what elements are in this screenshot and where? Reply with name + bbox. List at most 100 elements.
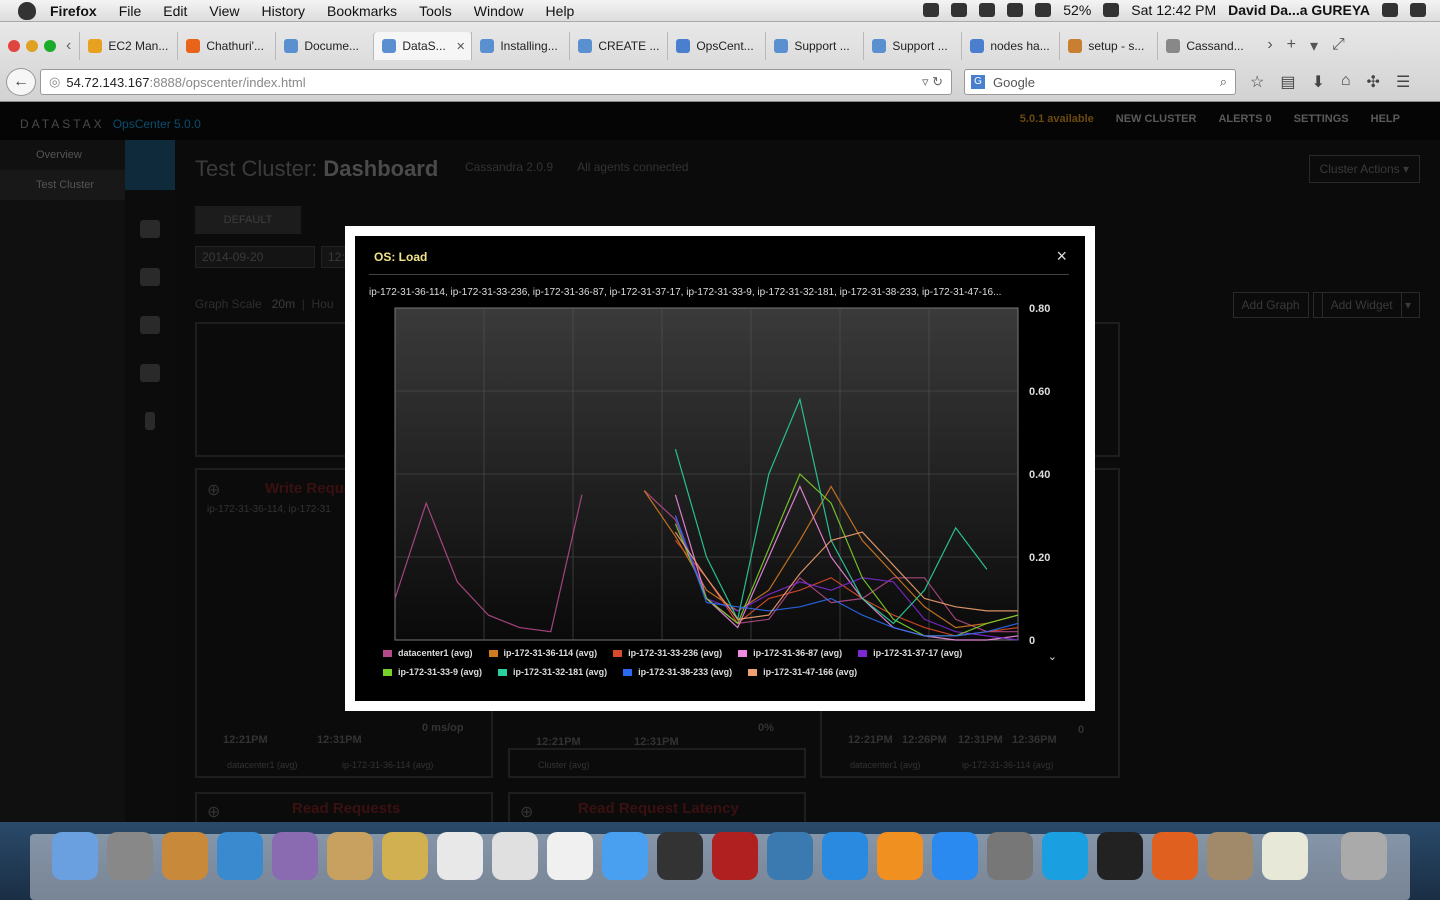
photo-booth-icon[interactable] — [712, 832, 758, 880]
home-icon[interactable]: ⌂ — [1341, 72, 1351, 92]
close-window-button[interactable] — [8, 40, 20, 52]
menu-history[interactable]: History — [261, 3, 305, 19]
nav-overview[interactable]: Overview — [0, 140, 125, 170]
browser-tab[interactable]: Cassand... — [1157, 32, 1255, 60]
activity-icon[interactable] — [140, 268, 160, 286]
notification-center-icon[interactable] — [1410, 3, 1426, 17]
menu-tools[interactable]: Tools — [419, 3, 452, 19]
facetime-icon[interactable] — [657, 832, 703, 880]
menu-view[interactable]: View — [209, 3, 239, 19]
cloud-icon[interactable] — [923, 3, 940, 17]
url-bar[interactable]: ◎ 54.72.143.167:8888/opscenter/index.htm… — [40, 69, 952, 95]
finder-icon[interactable] — [52, 832, 98, 880]
reload-icon[interactable]: ▿ ↻ — [922, 74, 943, 90]
firefox-icon[interactable] — [1152, 832, 1198, 880]
legend-item[interactable]: ip-172-31-36-87 (avg) — [738, 648, 842, 658]
legend-item[interactable]: ip-172-31-33-9 (avg) — [383, 667, 482, 677]
addon-icon[interactable]: ✣ — [1367, 72, 1380, 92]
system-preferences-icon[interactable] — [987, 832, 1033, 880]
volume-icon[interactable] — [1035, 3, 1052, 17]
browser-tab[interactable]: DataS... ✕ — [373, 32, 472, 60]
services-gear-icon[interactable] — [140, 364, 160, 382]
menu-file[interactable]: File — [119, 3, 142, 19]
add-widget-button[interactable]: Add Widget ▾ — [1312, 292, 1420, 318]
back-button[interactable]: ← — [6, 68, 36, 96]
battery-percent[interactable]: 52% — [1063, 2, 1091, 18]
legend-item[interactable]: ip-172-31-37-17 (avg) — [858, 648, 962, 658]
legend-expand-icon[interactable]: ⌄ — [1048, 650, 1057, 663]
messages-icon[interactable] — [602, 832, 648, 880]
latency-zoom-icon[interactable]: ⊕ — [520, 802, 533, 822]
alerts-link[interactable]: ALERTS 0 — [1218, 113, 1271, 125]
tab-scroll-right-icon[interactable]: › — [1267, 36, 1272, 56]
clock[interactable]: Sat 12:42 PM — [1131, 2, 1216, 18]
menu-firefox[interactable]: Firefox — [50, 3, 97, 19]
downloads-icon[interactable]: ⬇ — [1311, 72, 1324, 92]
browser-tab[interactable]: setup - s... — [1059, 32, 1157, 60]
google-icon[interactable]: G — [971, 75, 985, 89]
new-cluster-link[interactable]: NEW CLUSTER — [1116, 113, 1197, 125]
browser-tab[interactable]: CREATE ... — [569, 32, 667, 60]
date-select[interactable]: 2014-09-20 — [195, 246, 315, 268]
menu-window[interactable]: Window — [474, 3, 524, 19]
app-store-icon[interactable] — [932, 832, 978, 880]
textedit-icon[interactable] — [1262, 832, 1308, 880]
stickies-icon[interactable] — [382, 832, 428, 880]
settings-link[interactable]: SETTINGS — [1294, 113, 1349, 125]
browser-tab[interactable]: Docume... — [275, 32, 373, 60]
launchpad-icon[interactable] — [107, 832, 153, 880]
user-name[interactable]: David Da...a GUREYA — [1228, 2, 1370, 18]
new-tab-icon[interactable]: + — [1287, 36, 1296, 56]
spotlight-icon[interactable] — [1382, 3, 1398, 17]
maps-icon[interactable] — [547, 832, 593, 880]
preview-icon[interactable] — [1207, 832, 1253, 880]
reminders-icon[interactable] — [492, 832, 538, 880]
browser-tab[interactable]: Support ... — [765, 32, 863, 60]
tab-close-icon[interactable]: ✕ — [456, 40, 465, 53]
add-graph-button[interactable]: Add Graph — [1232, 292, 1309, 318]
apple-menu-icon[interactable] — [18, 1, 36, 20]
legend-item[interactable]: datacenter1 (avg) — [383, 648, 473, 658]
minimize-window-button[interactable] — [26, 40, 38, 52]
tab-default[interactable]: DEFAULT — [195, 206, 301, 234]
legend-item[interactable]: ip-172-31-47-166 (avg) — [748, 667, 857, 677]
dashboard-home-icon[interactable] — [125, 140, 175, 190]
browser-tab[interactable]: Support ... — [863, 32, 961, 60]
iphoto-icon[interactable] — [767, 832, 813, 880]
read-zoom-icon[interactable]: ⊕ — [207, 802, 220, 822]
skype-icon[interactable] — [1042, 832, 1088, 880]
zoom-window-button[interactable] — [44, 40, 56, 52]
browser-tab[interactable]: nodes ha... — [961, 32, 1059, 60]
data-icon[interactable] — [140, 316, 160, 334]
browser-tab[interactable]: EC2 Man... — [79, 32, 177, 60]
terminal-icon[interactable] — [1097, 832, 1143, 880]
legend-item[interactable]: ip-172-31-36-114 (avg) — [488, 648, 597, 658]
collapse-chevron-icon[interactable] — [145, 412, 155, 430]
reading-list-icon[interactable]: ▤ — [1280, 72, 1295, 92]
browser-tab[interactable]: Installing... — [471, 32, 569, 60]
legend-item[interactable]: ip-172-31-32-181 (avg) — [498, 667, 607, 677]
legend-item[interactable]: ip-172-31-38-233 (avg) — [623, 667, 732, 677]
zoom-icon[interactable]: ⊕ — [207, 480, 220, 500]
search-box[interactable]: G Google ⌕ — [964, 69, 1236, 95]
graph-scale-20m[interactable]: 20m — [272, 297, 295, 311]
graph-scale-hour[interactable]: Hou — [312, 297, 334, 311]
menu-edit[interactable]: Edit — [163, 3, 187, 19]
hamburger-menu-icon[interactable]: ☰ — [1396, 72, 1410, 92]
tab-list-icon[interactable]: ▾ — [1310, 36, 1318, 56]
trash-icon[interactable] — [1341, 832, 1387, 880]
time-machine-icon[interactable] — [951, 3, 968, 17]
update-available[interactable]: 5.0.1 available — [1020, 113, 1094, 125]
ibooks-icon[interactable] — [877, 832, 923, 880]
legend-item[interactable]: ip-172-31-33-236 (avg) — [613, 648, 722, 658]
mail-bird-icon[interactable] — [272, 832, 318, 880]
nav-test-cluster[interactable]: Test Cluster — [0, 170, 125, 200]
safari-icon[interactable] — [217, 832, 263, 880]
photo-browser-icon[interactable] — [162, 832, 208, 880]
search-icon[interactable]: ⌕ — [1220, 74, 1227, 90]
tab-scroll-left-icon[interactable]: ‹ — [66, 37, 71, 55]
help-link[interactable]: HELP — [1371, 113, 1400, 125]
browser-tab[interactable]: Chathuri'... — [177, 32, 275, 60]
menu-bookmarks[interactable]: Bookmarks — [327, 3, 397, 19]
browser-tab[interactable]: OpsCent... — [667, 32, 765, 60]
